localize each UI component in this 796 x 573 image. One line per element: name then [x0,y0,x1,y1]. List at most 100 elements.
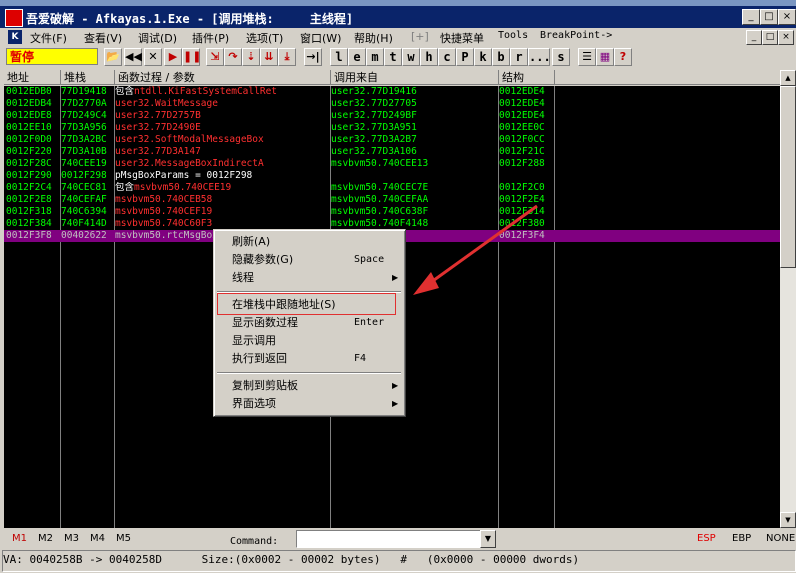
status-bar: VA: 0040258B -> 0040258D Size:(0x0002 - … [2,550,796,572]
menu-debug[interactable]: 调试(D) [138,30,177,46]
vertical-scrollbar[interactable]: ▲ ▼ [780,70,796,528]
maximize-button[interactable]: □ [760,9,778,25]
menu-breakpoint[interactable]: BreakPoint-> [540,30,612,41]
toolbar-runtrace-button[interactable]: ... [528,48,551,66]
procedure-name: user32.SoftModalMessageBox [115,134,264,145]
cell-frame: 0012F0CC [499,134,545,145]
goto-icon[interactable]: →| [304,48,322,66]
scroll-thumb[interactable] [780,86,796,268]
menu-item-copy-clipboard[interactable]: 复制到剪贴板 ▶ [232,378,402,394]
menu-item-run-to-return[interactable]: 执行到返回 F4 [232,351,402,367]
procedure-name: msvbvm50.740CEF19 [115,206,213,217]
cell-frame: 0012EDE4 [499,110,545,121]
menu-tools[interactable]: Tools [498,30,528,41]
debug-options-icon[interactable]: ☰ [578,48,596,66]
cell-called-from: user32.77D249BF [331,110,417,121]
toolbar-windows-button[interactable]: w [402,48,420,66]
trace-over-icon[interactable]: ⇊ [260,48,278,66]
step-over-icon[interactable]: ↷ [224,48,242,66]
menu-help[interactable]: 帮助(H) [354,30,393,46]
appearance-icon[interactable]: ▦ [596,48,614,66]
mtab-m1[interactable]: M1 [12,533,27,544]
mtab-m5[interactable]: M5 [116,533,131,544]
col-called-from[interactable]: 调用来自 [331,70,499,85]
table-row[interactable]: 0012F2C4 740CEC81 包含msvbvm50.740CEE19 msvbv… [4,182,780,194]
mdi-child-icon[interactable]: K [8,30,22,44]
menu-item-show-procedure[interactable]: 显示函数过程 Enter [232,315,402,331]
command-input[interactable] [296,530,482,548]
table-row[interactable]: 0012F2E8 740CEFAF msvbvm50.740CEB58 msvbvm5… [4,194,780,206]
toolbar-memory-button[interactable]: m [366,48,384,66]
menu-item-refresh[interactable]: 刷新(A) [232,234,402,250]
col-stack[interactable]: 堆栈 [61,70,115,85]
table-row[interactable]: 0012F220 77D3A10B user32.77D3A147 user32.77… [4,146,780,158]
table-row[interactable]: 0012EDE8 77D249C4 user32.77D2757B user32.77… [4,110,780,122]
toolbar-source-button[interactable]: s [552,48,570,66]
menu-plugins[interactable]: 插件(P) [192,30,229,46]
mdi-restore-button[interactable]: □ [762,30,778,45]
col-frame[interactable]: 结构 [499,70,555,85]
mtab-m4[interactable]: M4 [90,533,105,544]
app-logo-icon [5,9,23,27]
toolbar-references-button[interactable]: r [510,48,528,66]
restart-icon[interactable]: ◀◀ [124,48,142,66]
mtab-m3[interactable]: M3 [64,533,79,544]
reg-none[interactable]: NONE [766,533,795,544]
table-row[interactable]: 0012F28C 740CEE19 user32.MessageBoxIndirec… [4,158,780,170]
menu-shortcuts[interactable]: 快捷菜单 [440,30,484,46]
execute-till-return-icon[interactable]: ⤓ [278,48,296,66]
close-button[interactable]: × [778,9,796,25]
annotation-arrow-icon [413,204,538,295]
mtab-m2[interactable]: M2 [38,533,53,544]
menu-item-threads[interactable]: 线程 ▶ [232,270,402,286]
toolbar: 暂停 📂 ◀◀ ✕ ▶ ❚❚ ⇲ ↷ ⇣ ⇊ ⤓ →| l e m t w h … [0,46,796,70]
menu-window[interactable]: 窗口(W) [300,30,341,46]
table-row[interactable]: 0012EDB0 77D19418 包含ntdll.KiFastSystemCall… [4,86,780,98]
toolbar-modules-button[interactable]: e [348,48,366,66]
run-icon[interactable]: ▶ [164,48,182,66]
menu-item-appearance[interactable]: 界面选项 ▶ [232,396,402,412]
toolbar-patches-button[interactable]: P [456,48,474,66]
mdi-minimize-button[interactable]: _ [746,30,762,45]
cell-address: 0012F28C [6,158,52,169]
table-row[interactable]: 0012F0D0 77D3A2BC user32.SoftModalMessageB… [4,134,780,146]
cell-stack: 77D2770A [61,98,107,109]
toolbar-handles-button[interactable]: h [420,48,438,66]
reg-esp[interactable]: ESP [697,533,716,544]
title-bar[interactable]: 吾爱破解 - Afkayas.1.Exe - [调用堆栈: 主线程] _ □ × [0,6,796,28]
open-file-icon[interactable]: 📂 [104,48,122,66]
toolbar-threads-button[interactable]: t [384,48,402,66]
procedure-name: msvbvm50.740CEE19 [134,182,232,193]
reg-ebp[interactable]: EBP [732,533,751,544]
table-row[interactable]: 0012F290 0012F298 pMsgBoxParams = 0012F29… [4,170,780,182]
close-program-icon[interactable]: ✕ [144,48,162,66]
menu-item-hide-args[interactable]: 隐藏参数(G) Space [232,252,402,268]
help-icon[interactable]: ? [614,48,632,66]
pause-icon[interactable]: ❚❚ [182,48,201,66]
minimize-button[interactable]: _ [742,9,760,25]
toolbar-callstack-button[interactable]: k [474,48,492,66]
col-procedure[interactable]: 函数过程 / 参数 [115,70,331,85]
menu-bar: K 文件(F) 查看(V) 调试(D) 插件(P) 选项(T) 窗口(W) 帮助… [0,28,796,46]
trace-into-icon[interactable]: ⇣ [242,48,260,66]
menu-plus[interactable]: [+] [411,30,429,43]
mdi-close-button[interactable]: × [778,30,794,45]
table-row[interactable]: 0012F318 740C6394 msvbvm50.740CEF19 msvbvm5… [4,206,780,218]
table-row[interactable]: 0012EDB4 77D2770A user32.WaitMessage user32… [4,98,780,110]
step-into-icon[interactable]: ⇲ [206,48,224,66]
table-row[interactable]: 0012EE10 77D3A956 user32.77D2490E user32.77… [4,122,780,134]
toolbar-log-button[interactable]: l [330,48,348,66]
menu-options[interactable]: 选项(T) [246,30,283,46]
scroll-up-icon[interactable]: ▲ [780,70,796,86]
scroll-down-icon[interactable]: ▼ [780,512,796,528]
col-address[interactable]: 地址 [4,70,61,85]
procedure-name: pMsgBoxParams = 0012F298 [115,170,253,181]
toolbar-cpu-button[interactable]: c [438,48,456,66]
procedure-name: ntdll.KiFastSystemCallRet [134,86,278,97]
menu-file[interactable]: 文件(F) [30,30,67,46]
toolbar-breakpoints-button[interactable]: b [492,48,510,66]
menu-item-show-call[interactable]: 显示调用 [232,333,402,349]
command-dropdown-icon[interactable]: ▼ [480,530,496,548]
menu-view[interactable]: 查看(V) [84,30,122,46]
cell-frame: 0012EDE4 [499,86,545,97]
